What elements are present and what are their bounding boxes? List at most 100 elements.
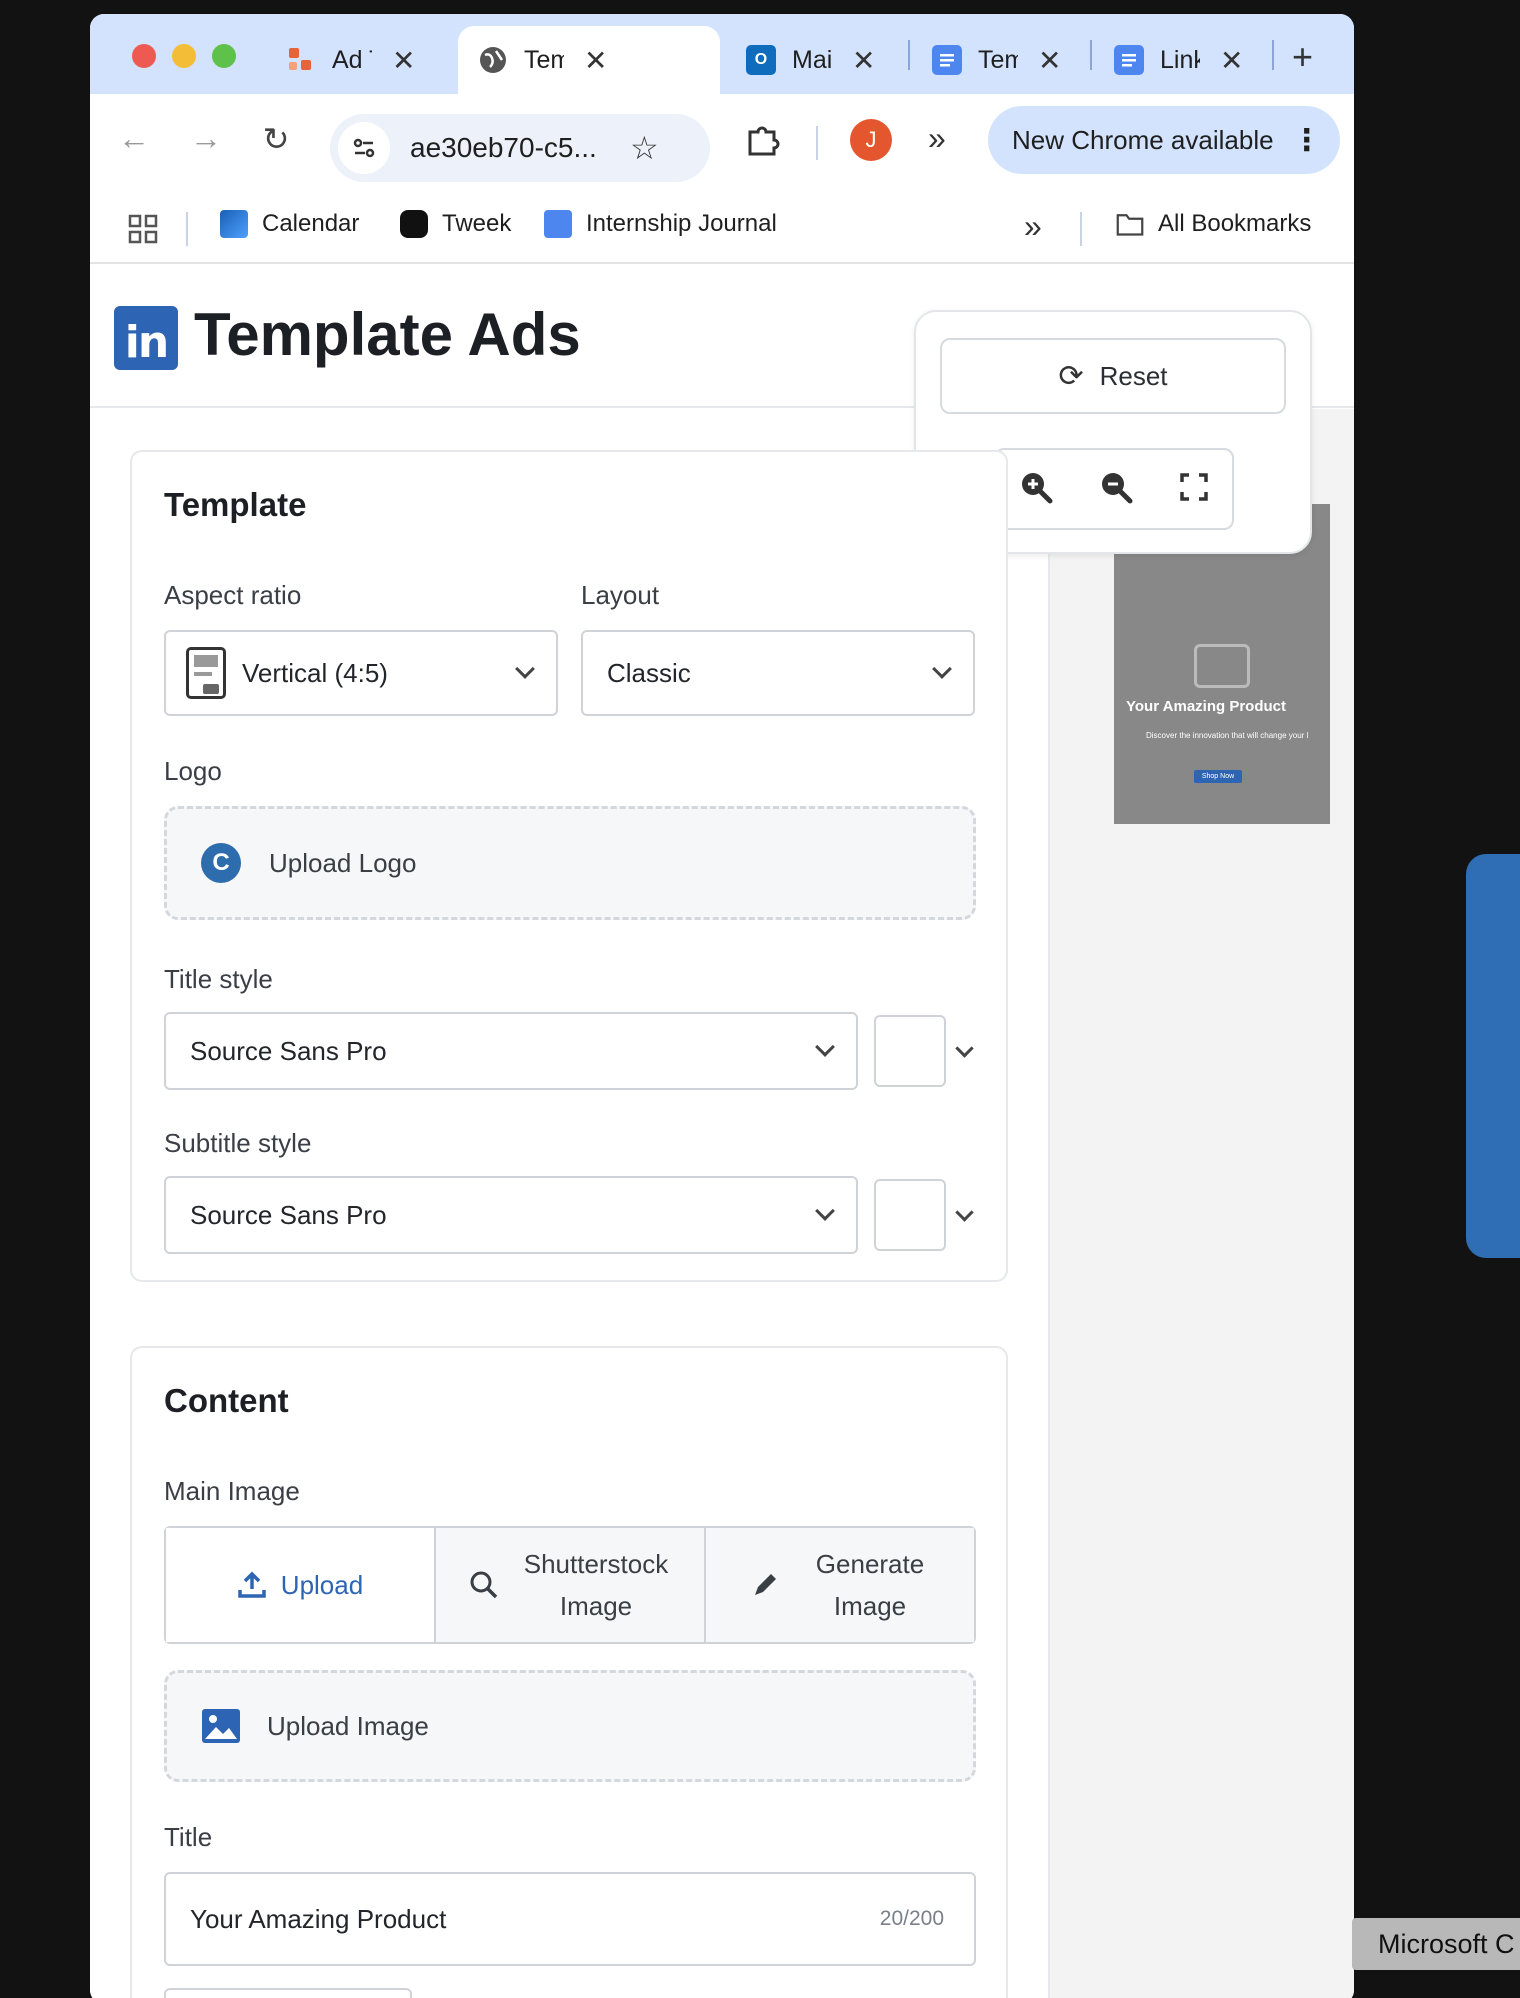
close-tab-icon[interactable]: ✕ — [1038, 44, 1061, 77]
extensions-icon[interactable] — [744, 122, 780, 163]
close-window-button[interactable] — [132, 44, 156, 68]
pencil-icon — [755, 1574, 776, 1595]
bookmarks-bar: Calendar Tweek Internship Journal » All … — [90, 194, 1354, 264]
url-text: ae30eb70-c5... — [410, 132, 597, 163]
profile-avatar[interactable]: J — [850, 119, 892, 161]
layout-select[interactable]: Classic — [581, 630, 975, 716]
chevron-down-icon[interactable] — [955, 1039, 974, 1058]
reset-button[interactable]: ⟳ Reset — [940, 338, 1286, 414]
tweek-icon — [400, 210, 428, 238]
docs-icon — [932, 45, 962, 75]
title-input[interactable]: Your Amazing Product 20/200 — [164, 1872, 976, 1966]
forward-arrow-icon[interactable]: → — [186, 120, 226, 157]
page: in Template Ads Your Amazing Product Dis… — [90, 266, 1354, 1998]
app-icon — [286, 45, 316, 75]
all-bookmarks-folder[interactable]: All Bookmarks — [1116, 210, 1311, 238]
zoom-out-icon[interactable] — [1099, 470, 1133, 509]
character-counter: 20/200 — [879, 1907, 944, 1930]
maximize-window-button[interactable] — [212, 44, 236, 68]
generate-image-tab[interactable]: Generate Image — [706, 1528, 974, 1642]
upload-logo-dropzone[interactable]: C Upload Logo — [164, 806, 976, 920]
title-color-swatch[interactable] — [874, 1015, 946, 1087]
shutterstock-tab[interactable]: Shutterstock Image — [436, 1528, 706, 1642]
tab-separator — [908, 40, 910, 70]
close-tab-icon[interactable]: ✕ — [392, 44, 415, 77]
layout-label: Layout — [581, 580, 660, 610]
chevron-down-icon[interactable] — [955, 1203, 974, 1222]
aspect-ratio-label: Aspect ratio — [164, 580, 302, 610]
next-field[interactable] — [164, 1988, 412, 1998]
content-heading: Content — [164, 1382, 289, 1419]
close-tab-icon[interactable]: ✕ — [584, 44, 607, 77]
side-panel-edge[interactable] — [1466, 854, 1520, 1258]
refresh-icon: ⟳ — [1058, 359, 1084, 393]
tab-template-doc[interactable]: Template ✕ — [932, 26, 1082, 94]
logo-placeholder-icon: C — [201, 843, 241, 883]
tab-separator — [1272, 40, 1274, 70]
title-font-select[interactable]: Source Sans Pro — [164, 1012, 858, 1090]
bookmarks-separator — [186, 212, 188, 246]
aspect-ratio-select[interactable]: Vertical (4:5) — [164, 630, 558, 716]
logo-label: Logo — [164, 756, 222, 786]
outlook-icon: O — [746, 45, 776, 75]
site-settings-icon[interactable] — [338, 122, 390, 174]
page-title: Template Ads — [194, 301, 581, 368]
image-icon — [202, 1709, 240, 1743]
subtitle-style-label: Subtitle style — [164, 1128, 312, 1158]
back-arrow-icon[interactable]: ← — [114, 120, 154, 157]
minimize-window-button[interactable] — [172, 44, 196, 68]
tab-template-ads[interactable]: Template Ads ✕ — [458, 26, 720, 94]
image-source-tabs: Upload Shutterstock Image Generate Image — [164, 1526, 976, 1644]
fullscreen-icon[interactable] — [1179, 472, 1209, 507]
toolbar-separator — [816, 126, 818, 160]
preview-title: Your Amazing Product — [1126, 698, 1287, 715]
upload-tab[interactable]: Upload — [166, 1528, 436, 1642]
close-tab-icon[interactable]: ✕ — [1220, 44, 1243, 77]
chevron-down-icon — [815, 1201, 835, 1221]
chevron-down-icon — [515, 659, 535, 679]
content-card: Content Main Image Upload Shutterstock I… — [130, 1346, 1008, 1998]
tab-mail[interactable]: O Mail ✕ — [746, 26, 896, 94]
template-card: Template Aspect ratio Vertical (4:5) Lay… — [130, 450, 1008, 1282]
image-placeholder-icon — [1194, 644, 1250, 688]
preview-subtitle: Discover the innovation that will change… — [1146, 731, 1309, 740]
calendar-icon — [220, 210, 248, 238]
main-image-label: Main Image — [164, 1476, 300, 1506]
search-icon — [470, 1571, 498, 1599]
chevron-down-icon — [815, 1037, 835, 1057]
bookmark-tweek[interactable]: Tweek — [400, 210, 511, 238]
close-tab-icon[interactable]: ✕ — [852, 44, 875, 77]
docs-icon — [544, 210, 572, 238]
tab-separator — [1090, 40, 1092, 70]
new-tab-button[interactable]: + — [1292, 36, 1313, 78]
more-extensions-icon[interactable]: » — [928, 120, 946, 157]
bookmark-calendar[interactable]: Calendar — [220, 210, 359, 238]
reload-icon[interactable]: ↻ — [256, 120, 296, 158]
subtitle-color-swatch[interactable] — [874, 1179, 946, 1251]
template-heading: Template — [164, 486, 307, 523]
upload-image-dropzone[interactable]: Upload Image — [164, 1670, 976, 1782]
upload-icon — [238, 1571, 266, 1598]
chevron-down-icon — [932, 659, 952, 679]
dock-tooltip: Microsoft C — [1352, 1918, 1520, 1970]
preview-cta: Shop Now — [1193, 770, 1243, 783]
update-chrome-button[interactable]: New Chrome available ⋮ — [988, 106, 1340, 174]
folder-icon — [1116, 214, 1144, 236]
zoom-in-icon[interactable] — [1019, 470, 1053, 509]
zoom-controls — [994, 448, 1234, 530]
bookmarks-separator — [1080, 212, 1082, 246]
linkedin-logo-icon: in — [114, 306, 178, 370]
title-style-label: Title style — [164, 964, 273, 994]
apps-grid-icon[interactable] — [128, 214, 158, 249]
browser-window: Ad Templates ✕ Template Ads ✕ O Mail ✕ T… — [90, 14, 1354, 1998]
globe-icon — [478, 45, 508, 75]
subtitle-font-select[interactable]: Source Sans Pro — [164, 1176, 858, 1254]
tab-linkedin-doc[interactable]: LinkedIn ✕ — [1114, 26, 1264, 94]
vertical-layout-icon — [186, 647, 226, 699]
bookmark-internship-journal[interactable]: Internship Journal — [544, 210, 777, 238]
kebab-menu-icon[interactable]: ⋮ — [1292, 123, 1322, 158]
bookmark-star-icon[interactable]: ☆ — [630, 129, 659, 167]
more-bookmarks-icon[interactable]: » — [1024, 208, 1042, 245]
address-bar[interactable]: ae30eb70-c5... ☆ — [330, 114, 710, 182]
docs-icon — [1114, 45, 1144, 75]
